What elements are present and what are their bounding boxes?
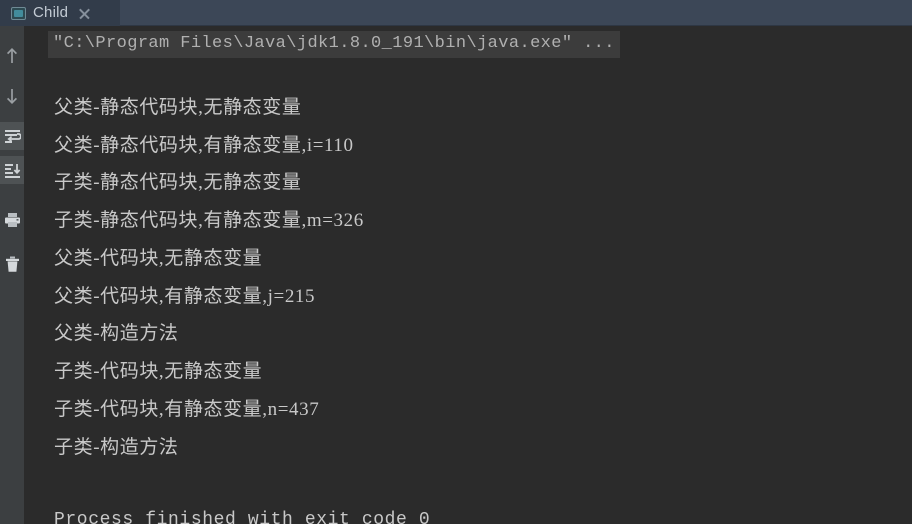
console-command-line: "C:\Program Files\Java\jdk1.8.0_191\bin\… bbox=[48, 31, 620, 58]
scroll-to-end-icon[interactable] bbox=[0, 156, 24, 184]
console-tool-window: Child "C:\Program Files\Java\jdk1.8.0_19… bbox=[0, 0, 912, 524]
console-output[interactable]: "C:\Program Files\Java\jdk1.8.0_191\bin\… bbox=[30, 26, 912, 524]
console-line: 子类-静态代码块,无静态变量 bbox=[54, 172, 302, 193]
console-exit-message: Process finished with exit code 0 bbox=[54, 510, 431, 524]
soft-wrap-icon[interactable] bbox=[0, 122, 24, 150]
console-line: 子类-构造方法 bbox=[54, 437, 179, 458]
console-line: 子类-静态代码块,有静态变量,m=326 bbox=[54, 210, 364, 231]
up-arrow-icon[interactable] bbox=[0, 42, 24, 70]
console-line: 子类-代码块,无静态变量 bbox=[54, 361, 263, 382]
trash-icon[interactable] bbox=[0, 250, 24, 278]
console-line: 父类-代码块,无静态变量 bbox=[54, 248, 263, 269]
down-arrow-icon[interactable] bbox=[0, 82, 24, 110]
tab-bar: Child bbox=[0, 0, 912, 26]
console-window-icon bbox=[11, 6, 26, 20]
console-line: 子类-代码块,有静态变量,n=437 bbox=[54, 399, 320, 420]
console-toolbar bbox=[0, 26, 24, 524]
console-line: 父类-构造方法 bbox=[54, 323, 179, 344]
tab-child[interactable]: Child bbox=[0, 0, 120, 26]
console-line: 父类-静态代码块,有静态变量,i=110 bbox=[54, 135, 354, 156]
print-icon[interactable] bbox=[0, 206, 24, 234]
tab-label: Child bbox=[33, 4, 69, 21]
close-icon[interactable] bbox=[78, 7, 91, 20]
console-line: 父类-静态代码块,无静态变量 bbox=[54, 97, 302, 118]
console-line: 父类-代码块,有静态变量,j=215 bbox=[54, 286, 316, 307]
